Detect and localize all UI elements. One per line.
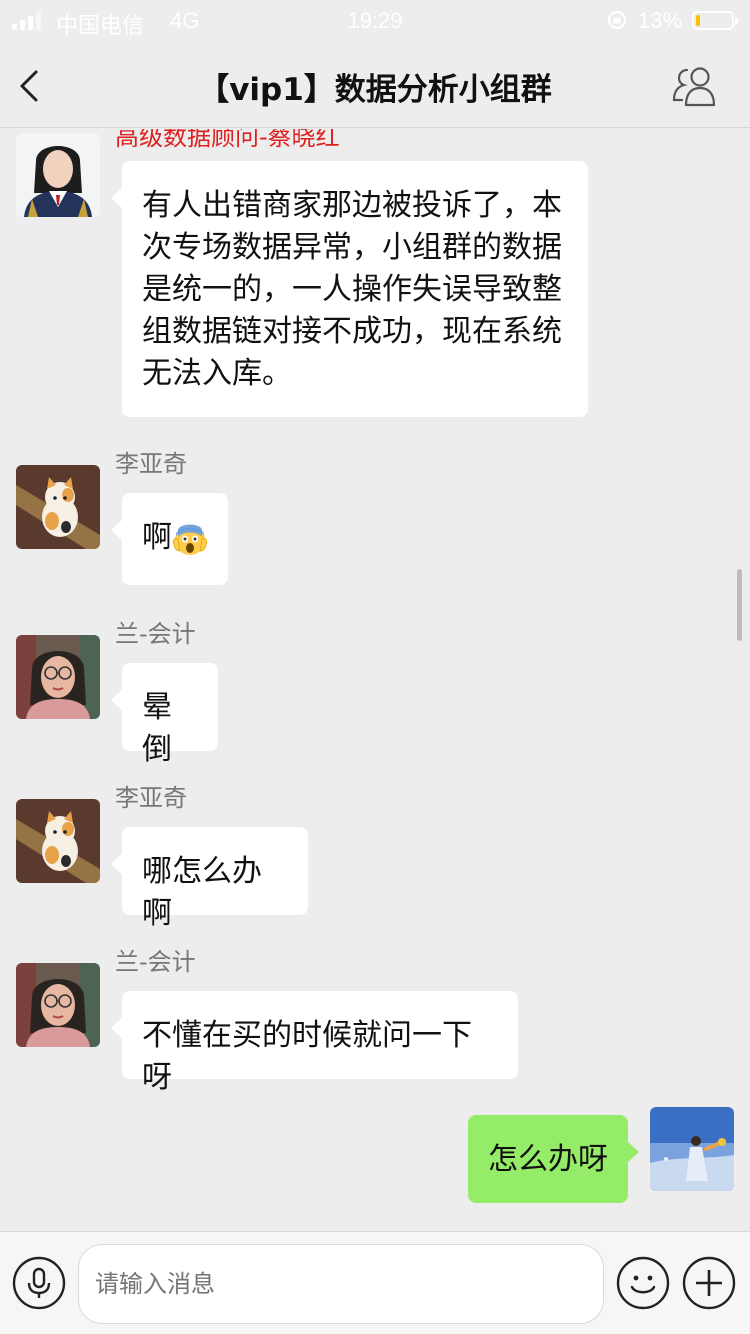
sender-name: 兰-会计 (115, 948, 196, 976)
avatar[interactable] (16, 799, 100, 883)
microphone-icon[interactable] (12, 1256, 66, 1310)
screaming-face-emoji-icon (172, 524, 208, 555)
scrollbar[interactable] (737, 569, 742, 641)
chat-header: 【vip1】数据分析小组群 (0, 40, 750, 128)
group-members-icon[interactable] (670, 64, 722, 108)
sender-name: 兰-会计 (115, 620, 196, 648)
avatar[interactable] (16, 133, 100, 217)
emoji-smile-icon[interactable] (616, 1256, 670, 1310)
chat-title: 【vip1】数据分析小组群 (198, 72, 552, 108)
battery-percent: 13% (638, 8, 683, 33)
sender-name: 李亚奇 (115, 450, 187, 478)
message-bubble[interactable]: 晕倒 (111, 663, 218, 767)
sender-name: 高级数据顾问-蔡晓红 (115, 129, 340, 151)
message-text: 啊 (142, 520, 172, 555)
avatar[interactable] (16, 465, 100, 549)
message-bubble[interactable]: 啊 (111, 493, 228, 585)
status-bar: 中国电信 4G 19:29 13% (0, 0, 750, 40)
message-bubble[interactable]: 哪怎么办啊 (111, 827, 308, 931)
battery-icon (692, 11, 738, 30)
message-bubble-self[interactable]: 怎么办呀 (468, 1115, 639, 1203)
message-list[interactable]: 高级数据顾问-蔡晓红 有人出错商家那边被投诉了，本 次专场数据异常，小组群的数据… (0, 129, 750, 1231)
avatar[interactable] (16, 635, 100, 719)
plus-icon[interactable] (682, 1256, 736, 1310)
message-bubble[interactable]: 不懂在买的时候就问一下呀 (111, 991, 518, 1095)
sender-name: 李亚奇 (115, 784, 187, 812)
input-bar (0, 1231, 750, 1334)
rotation-lock-icon (607, 10, 627, 30)
avatar[interactable] (16, 963, 100, 1047)
message-bubble[interactable]: 有人出错商家那边被投诉了，本 次专场数据异常，小组群的数据 是统一的，一人操作失… (111, 161, 588, 417)
message-input[interactable] (78, 1244, 604, 1324)
avatar-self[interactable] (650, 1107, 734, 1191)
